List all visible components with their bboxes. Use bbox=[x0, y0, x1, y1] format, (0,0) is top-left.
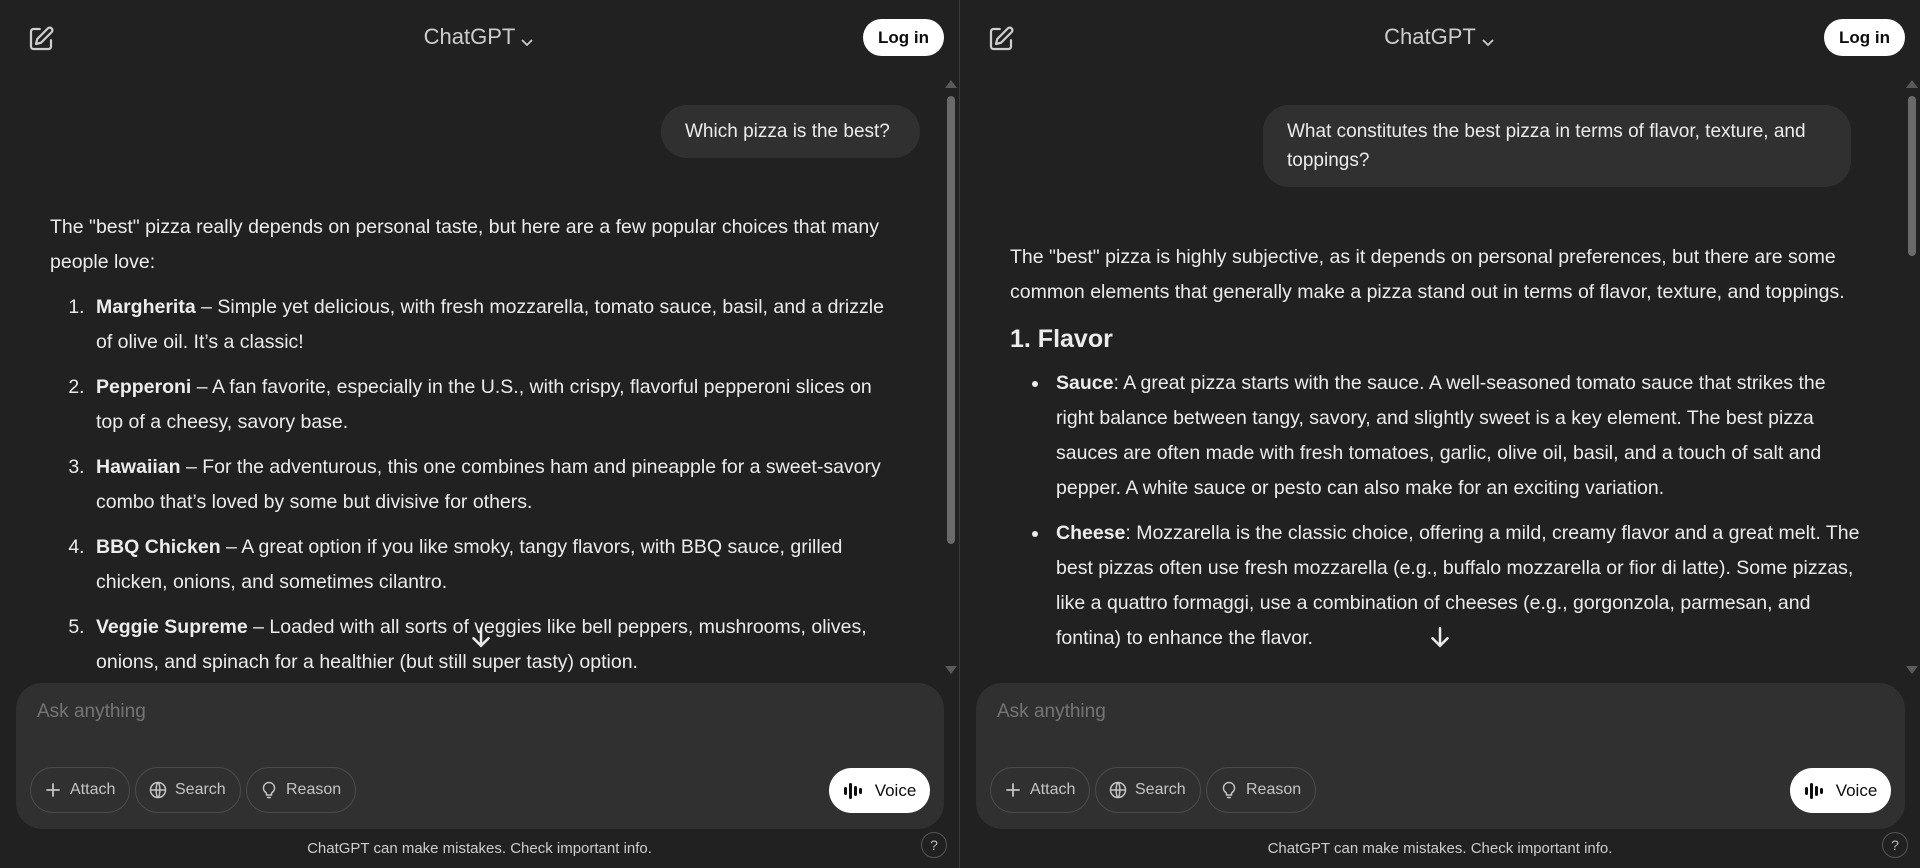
search-button[interactable]: Search bbox=[135, 767, 241, 813]
scroll-to-bottom-icon[interactable] bbox=[466, 622, 496, 652]
help-button[interactable]: ? bbox=[1882, 832, 1908, 858]
item-text: : A great pizza starts with the sauce. A… bbox=[1056, 372, 1826, 499]
assistant-message: The "best" pizza is highly subjective, a… bbox=[1010, 240, 1860, 666]
header: ChatGPT Log in bbox=[960, 0, 1920, 76]
item-name: Pepperoni bbox=[96, 376, 192, 398]
disclaimer: ChatGPT can make mistakes. Check importa… bbox=[307, 840, 652, 857]
scroll-up-arrow-icon[interactable] bbox=[945, 80, 957, 88]
chevron-down-icon bbox=[519, 30, 535, 47]
voice-button[interactable]: Voice bbox=[1790, 768, 1891, 813]
item-name: Margherita bbox=[96, 296, 196, 318]
assistant-intro: The "best" pizza is highly subjective, a… bbox=[1010, 246, 1845, 303]
scrollbar[interactable] bbox=[943, 80, 957, 674]
item-name: BBQ Chicken bbox=[96, 536, 221, 558]
prompt-input[interactable] bbox=[997, 701, 1597, 723]
user-message: Which pizza is the best? bbox=[661, 105, 920, 158]
item-text: – For the adventurous, this one combines… bbox=[96, 456, 881, 513]
assistant-message: The "best" pizza really depends on perso… bbox=[50, 210, 890, 683]
plus-icon bbox=[46, 783, 60, 797]
login-button[interactable]: Log in bbox=[1824, 19, 1905, 56]
item-text: : Mozzarella is the classic choice, offe… bbox=[1056, 522, 1860, 649]
login-button[interactable]: Log in bbox=[863, 19, 944, 56]
scroll-up-arrow-icon[interactable] bbox=[1906, 80, 1918, 88]
attach-label: Attach bbox=[1030, 781, 1076, 798]
item-name: Cheese bbox=[1056, 522, 1126, 544]
voice-waveform-icon bbox=[843, 782, 862, 799]
voice-label: Voice bbox=[874, 780, 917, 800]
prompt-input[interactable] bbox=[37, 701, 637, 723]
conversation: What constitutes the best pizza in terms… bbox=[960, 76, 1920, 683]
globe-icon bbox=[149, 781, 167, 799]
assistant-intro: The "best" pizza really depends on perso… bbox=[50, 216, 879, 273]
composer: Attach Search Reason Voice bbox=[976, 683, 1905, 829]
item-text: – Simple yet delicious, with fresh mozza… bbox=[96, 296, 884, 353]
model-selector[interactable]: ChatGPT bbox=[960, 24, 1920, 50]
section-heading: 1. Flavor bbox=[1010, 325, 1113, 353]
reason-button[interactable]: Reason bbox=[246, 767, 357, 813]
item-name: Veggie Supreme bbox=[96, 616, 248, 638]
list-item: Hawaiian – For the adventurous, this one… bbox=[90, 450, 890, 520]
chat-pane-right: ChatGPT Log in What constitutes the best… bbox=[960, 0, 1920, 868]
search-label: Search bbox=[175, 781, 226, 798]
list-item: Pepperoni – A fan favorite, especially i… bbox=[90, 370, 890, 440]
chevron-down-icon bbox=[1480, 30, 1496, 47]
lightbulb-icon bbox=[262, 781, 276, 799]
plus-icon bbox=[1006, 783, 1020, 797]
list-item: Cheese: Mozzarella is the classic choice… bbox=[1050, 516, 1860, 656]
scroll-down-arrow-icon[interactable] bbox=[1906, 666, 1918, 674]
attach-button[interactable]: Attach bbox=[30, 767, 131, 813]
item-text: – A fan favorite, especially in the U.S.… bbox=[96, 376, 872, 433]
list-item: BBQ Chicken – A great option if you like… bbox=[90, 530, 890, 600]
reason-label: Reason bbox=[1246, 781, 1302, 798]
help-button[interactable]: ? bbox=[921, 832, 947, 858]
scroll-thumb[interactable] bbox=[1908, 96, 1916, 256]
chat-pane-left: ChatGPT Log in Which pizza is the best? … bbox=[0, 0, 959, 868]
model-title: ChatGPT bbox=[423, 24, 516, 49]
voice-waveform-icon bbox=[1804, 782, 1823, 799]
header: ChatGPT Log in bbox=[0, 0, 959, 76]
conversation: Which pizza is the best? The "best" pizz… bbox=[0, 76, 959, 683]
reason-button[interactable]: Reason bbox=[1206, 767, 1317, 813]
lightbulb-icon bbox=[1222, 781, 1236, 799]
globe-icon bbox=[1109, 781, 1127, 799]
user-message: What constitutes the best pizza in terms… bbox=[1263, 105, 1851, 187]
attach-button[interactable]: Attach bbox=[990, 767, 1091, 813]
list-item: Sauce: A great pizza starts with the sau… bbox=[1050, 366, 1860, 506]
scroll-to-bottom-icon[interactable] bbox=[1425, 622, 1455, 652]
flavor-list: Sauce: A great pizza starts with the sau… bbox=[1010, 366, 1860, 656]
composer: Attach Search Reason Voice bbox=[16, 683, 944, 829]
model-title: ChatGPT bbox=[1384, 24, 1476, 49]
list-item: Margherita – Simple yet delicious, with … bbox=[90, 290, 890, 360]
search-button[interactable]: Search bbox=[1095, 767, 1201, 813]
reason-label: Reason bbox=[286, 781, 342, 798]
search-label: Search bbox=[1135, 781, 1186, 798]
scrollbar[interactable] bbox=[1904, 80, 1918, 674]
voice-button[interactable]: Voice bbox=[829, 768, 930, 813]
attach-label: Attach bbox=[70, 781, 116, 798]
model-selector[interactable]: ChatGPT bbox=[0, 24, 959, 50]
scroll-down-arrow-icon[interactable] bbox=[945, 666, 957, 674]
item-name: Hawaiian bbox=[96, 456, 181, 478]
voice-label: Voice bbox=[1835, 780, 1878, 800]
item-name: Sauce bbox=[1056, 372, 1114, 394]
disclaimer: ChatGPT can make mistakes. Check importa… bbox=[1267, 840, 1613, 857]
scroll-thumb[interactable] bbox=[947, 96, 955, 544]
